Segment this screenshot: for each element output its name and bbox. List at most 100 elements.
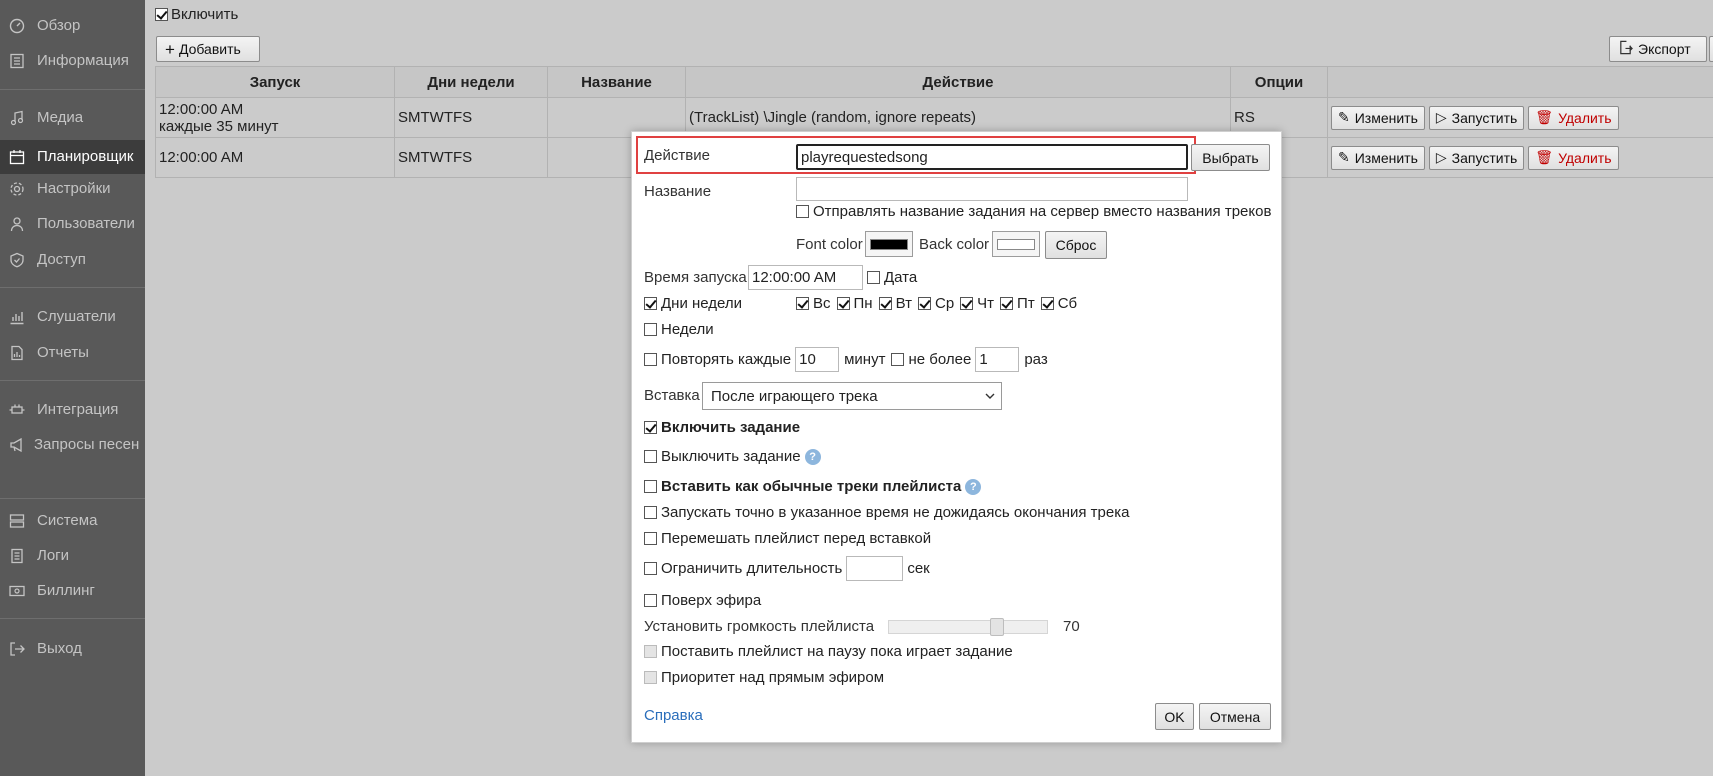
day-checkbox-wed[interactable] (917, 297, 931, 310)
edit-label: Изменить (1354, 109, 1418, 126)
delete-label: Удалить (1558, 149, 1612, 166)
sidebar-item-logs[interactable]: Логи (0, 547, 145, 575)
delete-button[interactable]: 🗑 Удалить (1528, 145, 1619, 170)
run-button[interactable]: ▷ Запустить (1428, 145, 1525, 170)
font-color-label: Font color (796, 236, 863, 253)
over-air-option[interactable]: Поверх эфира (644, 592, 761, 609)
delete-button[interactable]: 🗑 Удалить (1528, 105, 1619, 130)
sidebar-item-access[interactable]: Доступ (0, 251, 145, 279)
send-name-checkbox[interactable] (796, 205, 809, 218)
repeat-option: Повторять каждые минут не более раз (644, 347, 1048, 372)
date-checkbox[interactable] (867, 271, 880, 284)
add-button[interactable]: + Добавить (156, 36, 260, 62)
more-button[interactable] (1709, 36, 1713, 62)
limit-duration-checkbox[interactable] (644, 562, 657, 575)
disable-task-checkbox[interactable] (644, 450, 657, 463)
sidebar-item-settings[interactable]: Настройки (0, 180, 145, 208)
volume-slider[interactable] (888, 620, 1048, 634)
weeks-checkbox[interactable] (644, 323, 657, 336)
cancel-button[interactable]: Отмена (1199, 703, 1271, 730)
cell-start: 12:00:00 AM (155, 137, 395, 178)
sidebar-item-scheduler[interactable]: Планировщик (0, 140, 145, 174)
cell-days: SMTWTFS (394, 137, 548, 178)
sidebar-item-users[interactable]: Пользователи (0, 215, 145, 243)
start-repeat: каждые 35 минут (159, 117, 279, 135)
insert-as-tracks-text: Вставить как обычные треки плейлиста (661, 478, 962, 495)
sidebar-divider (0, 287, 145, 288)
day-label: Пт (1017, 295, 1035, 312)
weeks-option[interactable]: Недели (644, 321, 714, 338)
enable-task-option[interactable]: Включить задание (644, 419, 800, 436)
sidebar-item-overview[interactable]: Обзор (0, 17, 145, 45)
start-time-input[interactable] (748, 265, 863, 290)
help-link[interactable]: Справка (644, 707, 703, 724)
trash-icon: 🗑 (1535, 109, 1554, 125)
edit-button[interactable]: ✎ Изменить (1331, 145, 1425, 170)
help-icon[interactable]: ? (804, 448, 821, 465)
disable-task-option[interactable]: Выключить задание ? (644, 448, 821, 465)
no-more-checkbox[interactable] (891, 353, 905, 366)
sidebar-item-reports[interactable]: Отчеты (0, 344, 145, 372)
column-header-days: Дни недели (394, 66, 548, 98)
times-text: раз (1024, 351, 1048, 368)
send-name-option[interactable]: Отправлять название задания на сервер вм… (796, 203, 1271, 220)
run-exact-option[interactable]: Запускать точно в указанное время не дож… (644, 504, 1129, 521)
no-more-input[interactable] (975, 347, 1020, 372)
pencil-icon: ✎ (1338, 109, 1350, 125)
enable-scheduler-toggle[interactable]: Включить (155, 6, 238, 23)
sidebar-item-info[interactable]: Информация (0, 52, 145, 80)
choose-button[interactable]: Выбрать (1191, 144, 1270, 171)
limit-duration-input[interactable] (846, 556, 904, 581)
run-exact-checkbox[interactable] (644, 506, 657, 519)
date-option[interactable]: Дата (867, 269, 917, 286)
volume-label: Установить громкость плейлиста (644, 618, 875, 635)
sidebar-item-label: Логи (37, 547, 70, 564)
shuffle-checkbox[interactable] (644, 532, 657, 545)
sidebar-item-system[interactable]: Система (0, 512, 145, 540)
play-icon: ▷ (1435, 109, 1447, 125)
action-input[interactable] (796, 144, 1188, 170)
priority-checkbox[interactable] (644, 671, 657, 684)
insert-select[interactable]: После играющего трека (702, 382, 1002, 410)
day-checkbox-mon[interactable] (836, 297, 850, 310)
sidebar-item-billing[interactable]: Биллинг (0, 582, 145, 610)
help-icon[interactable]: ? (965, 478, 982, 495)
back-color-picker[interactable] (992, 231, 1040, 257)
sidebar-item-integration[interactable]: Интеграция (0, 401, 145, 429)
day-checkbox-sun[interactable] (796, 297, 809, 310)
name-input[interactable] (796, 177, 1188, 201)
day-checkbox-tue[interactable] (878, 297, 892, 310)
pause-option[interactable]: Поставить плейлист на паузу пока играет … (644, 643, 1013, 660)
limit-duration-option: Ограничить длительность сек (644, 556, 930, 581)
insert-as-tracks-checkbox[interactable] (644, 480, 657, 493)
over-air-checkbox[interactable] (644, 594, 657, 607)
sidebar-item-label: Выход (37, 640, 82, 657)
sidebar-item-listeners[interactable]: Слушатели (0, 308, 145, 336)
day-checkbox-thu[interactable] (960, 297, 974, 310)
volume-slider-handle[interactable] (990, 618, 1005, 636)
export-button[interactable]: Экспорт (1609, 36, 1707, 62)
day-label: Ср (934, 295, 955, 312)
edit-button[interactable]: ✎ Изменить (1331, 105, 1425, 130)
day-checkbox-sat[interactable] (1040, 297, 1054, 310)
weekdays-option[interactable]: Дни недели (644, 295, 742, 312)
repeat-checkbox[interactable] (644, 353, 657, 366)
font-color-picker[interactable] (865, 231, 913, 257)
weekdays-checkbox[interactable] (644, 297, 657, 310)
run-button[interactable]: ▷ Запустить (1428, 105, 1525, 130)
sidebar-item-media[interactable]: Медиа (0, 109, 145, 137)
priority-option[interactable]: Приоритет над прямым эфиром (644, 669, 884, 686)
pencil-icon: ✎ (1338, 149, 1350, 165)
day-checkbox-fri[interactable] (1000, 297, 1014, 310)
ok-button[interactable]: OK (1155, 703, 1194, 730)
repeat-interval-input[interactable] (795, 347, 840, 372)
reset-button[interactable]: Сброс (1045, 231, 1107, 259)
pause-checkbox[interactable] (644, 645, 657, 658)
enable-checkbox[interactable] (155, 8, 168, 21)
sidebar-item-logout[interactable]: Выход (0, 640, 145, 668)
enable-task-checkbox[interactable] (644, 421, 657, 434)
calendar-icon (9, 149, 25, 165)
shuffle-option[interactable]: Перемешать плейлист перед вставкой (644, 530, 931, 547)
insert-as-tracks-option[interactable]: Вставить как обычные треки плейлиста ? (644, 478, 982, 495)
sidebar-item-song-requests[interactable]: Запросы песен (0, 436, 145, 476)
